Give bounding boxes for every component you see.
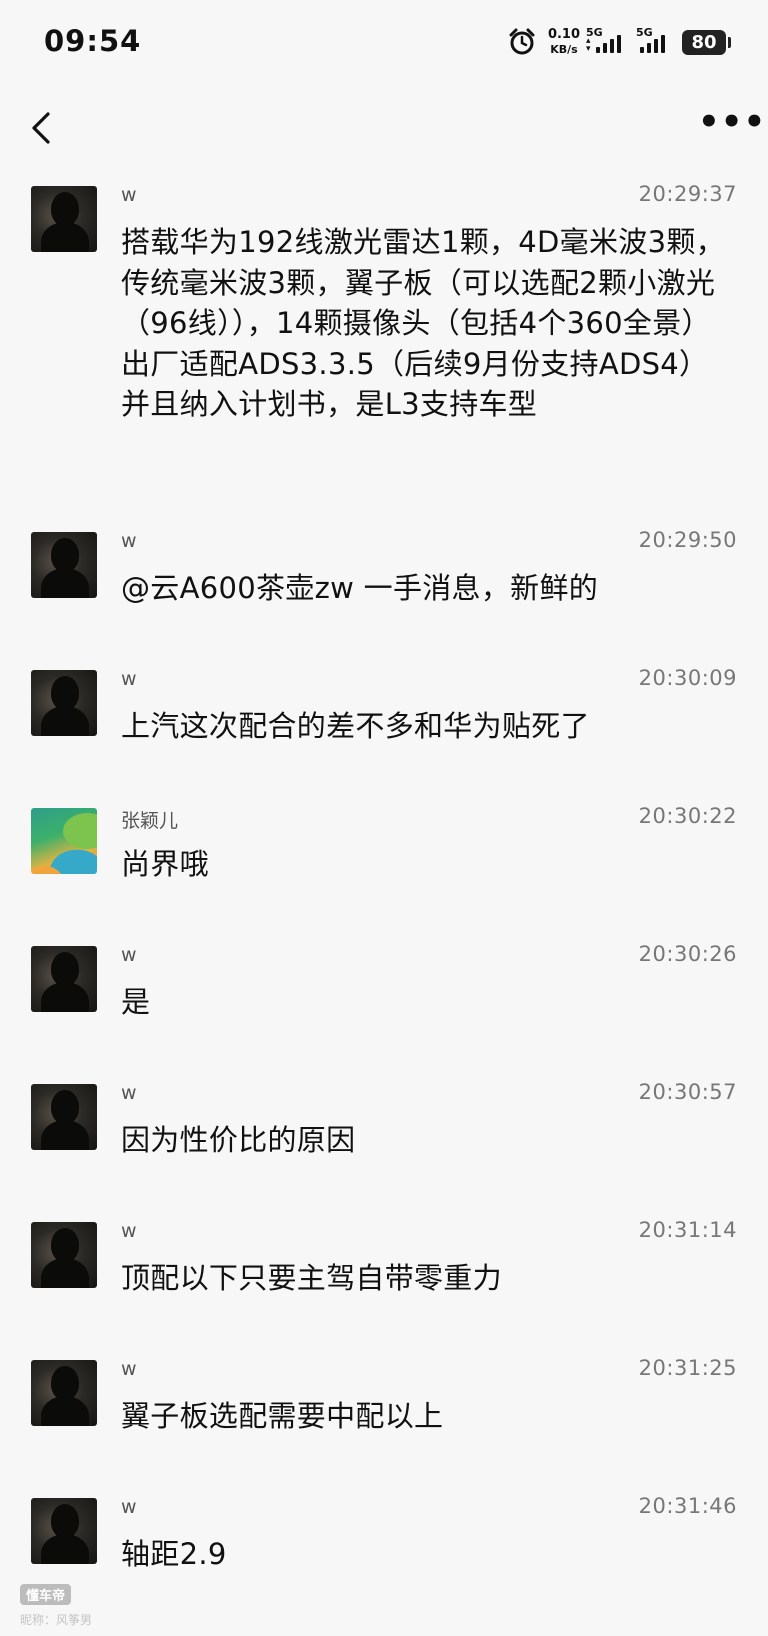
status-time: 09:54 [44,24,142,58]
chat-nav-bar: ••• [0,94,768,162]
signal-sim2-icon: 5G [636,26,680,56]
sender-name: w [121,668,137,690]
sender-name: w [121,530,137,552]
avatar[interactable] [31,670,97,736]
avatar[interactable] [31,1222,97,1288]
watermark-credit: 昵称：风筝男 [20,1613,93,1627]
message-text: 尚界哦 [121,847,209,881]
signal-sim1-icon: 5G ▴ ▾ [586,26,630,56]
message-item: w 20:31:25 翼子板选配需要中配以上 [0,1356,768,1494]
message-time: 20:31:25 [638,1356,737,1380]
network-speed: 0.10 KB/s [546,27,582,57]
message-item: 张颖儿 20:30:22 尚界哦 [0,804,768,942]
message-item: w 20:29:37 搭载华为192线激光雷达1颗，4D毫米波3颗，传统毫米波3… [0,182,768,528]
message-text: @云A600茶壶zw 一手消息，新鲜的 [121,571,599,605]
message-time: 20:30:22 [638,804,737,828]
avatar[interactable] [31,532,97,598]
message-item: w 20:30:09 上汽这次配合的差不多和华为贴死了 [0,666,768,804]
message-time: 20:30:57 [638,1080,737,1104]
message-text: 顶配以下只要主驾自带零重力 [121,1261,502,1295]
message-list[interactable]: w 20:29:37 搭载华为192线激光雷达1颗，4D毫米波3颗，传统毫米波3… [0,182,768,1604]
message-text: 上汽这次配合的差不多和华为贴死了 [121,709,590,743]
message-time: 20:30:26 [638,942,737,966]
sender-name: w [121,1220,137,1242]
watermark: 懂车帝 昵称：风筝男 [20,1584,92,1628]
message-text: 轴距2.9 [121,1537,227,1571]
network-speed-unit: KB/s [550,43,578,56]
sender-name: w [121,1082,137,1104]
network-speed-value: 0.10 [547,27,581,42]
message-item: w 20:30:26 是 [0,942,768,1080]
more-options-button[interactable]: ••• [698,105,765,142]
sender-name: w [121,1496,137,1518]
avatar[interactable] [31,946,97,1012]
avatar[interactable] [31,1498,97,1564]
message-time: 20:29:37 [638,182,737,206]
avatar[interactable] [31,1360,97,1426]
message-text: 是 [121,985,151,1019]
message-item: w 20:31:46 轴距2.9 [0,1494,768,1604]
message-item: w 20:31:14 顶配以下只要主驾自带零重力 [0,1218,768,1356]
sender-name: w [121,944,137,966]
message-text: 翼子板选配需要中配以上 [121,1399,444,1433]
watermark-logo: 懂车帝 [20,1584,72,1605]
sender-name: 张颖儿 [121,810,179,832]
message-item: w 20:30:57 因为性价比的原因 [0,1080,768,1218]
message-time: 20:29:50 [638,528,737,552]
message-text: 因为性价比的原因 [121,1123,356,1157]
message-time: 20:31:14 [638,1218,737,1242]
message-item: w 20:29:50 @云A600茶壶zw 一手消息，新鲜的 [0,528,768,666]
avatar[interactable] [31,186,97,252]
back-button[interactable] [24,108,60,148]
avatar[interactable] [31,1084,97,1150]
data-arrows-icon: ▴ ▾ [586,36,591,54]
message-time: 20:31:46 [638,1494,737,1518]
sender-name: w [121,184,137,206]
sender-name: w [121,1358,137,1380]
alarm-clock-icon [509,28,535,55]
battery-icon: 80 [682,30,731,55]
avatar[interactable] [31,808,97,874]
status-bar: 09:54 0.10 KB/s 5G ▴ ▾ 5G 80 [0,0,768,84]
message-time: 20:30:09 [638,666,737,690]
message-text: 搭载华为192线激光雷达1颗，4D毫米波3颗，传统毫米波3颗，翼子板（可以选配2… [121,225,725,422]
